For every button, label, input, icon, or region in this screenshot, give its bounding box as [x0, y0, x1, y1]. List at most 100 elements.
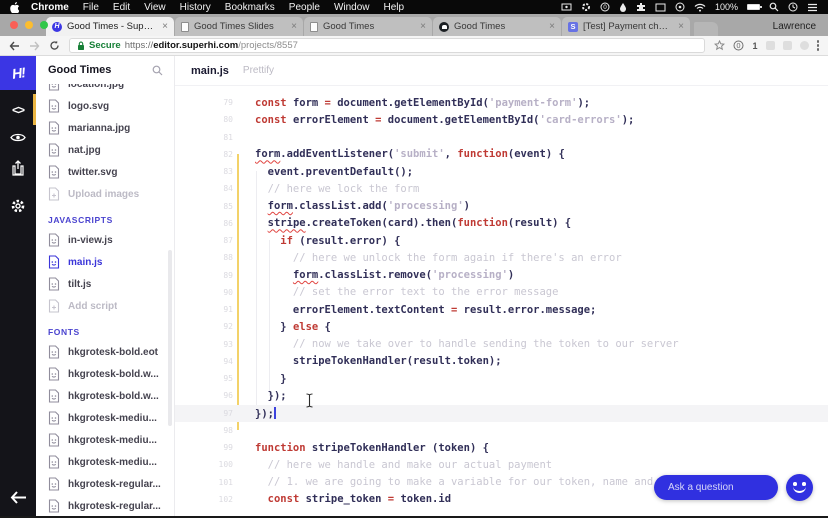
zoom-window-button[interactable] — [40, 21, 48, 29]
sidebar-file[interactable]: location.jpg — [48, 84, 174, 95]
browser-tab[interactable]: Good Times× — [304, 17, 432, 36]
settings-gear-button[interactable] — [0, 194, 36, 218]
code-line[interactable]: 79const form = document.getElementById('… — [175, 94, 828, 111]
extension-icon-disabled[interactable] — [800, 41, 809, 50]
code-line[interactable]: 98 — [175, 422, 828, 439]
sidebar-file[interactable]: hkgrotesk-bold.w... — [48, 363, 174, 385]
code-line[interactable]: 87 if (result.error) { — [175, 232, 828, 249]
extension-icon-disabled[interactable] — [766, 41, 775, 50]
search-icon[interactable] — [152, 65, 163, 76]
code-line[interactable]: 88 // here we unlock the form again if t… — [175, 249, 828, 266]
zero-badge-icon[interactable]: 0 — [600, 2, 610, 12]
minimize-window-button[interactable] — [25, 21, 33, 29]
code-area[interactable]: 79const form = document.getElementById('… — [175, 86, 828, 516]
sidebar-file[interactable]: hkgrotesk-mediu... — [48, 429, 174, 451]
ask-question-button[interactable]: Ask a question — [654, 475, 778, 500]
sidebar-file[interactable]: hkgrotesk-regular... — [48, 495, 174, 517]
sidebar-file[interactable]: nat.jpg — [48, 139, 174, 161]
help-smiley-button[interactable] — [786, 474, 813, 501]
code-line[interactable]: 90 // set the error text to the error me… — [175, 284, 828, 301]
back-arrow-button[interactable] — [0, 484, 36, 510]
code-line[interactable]: 92 } else { — [175, 318, 828, 335]
extension-icon[interactable] — [636, 2, 646, 12]
superhi-logo[interactable]: H! — [0, 56, 36, 90]
apple-menu-icon[interactable] — [10, 2, 19, 13]
menu-item[interactable]: Window — [334, 2, 370, 13]
chrome-menu-icon[interactable] — [817, 40, 820, 51]
info-circle-icon[interactable]: 0 — [733, 40, 744, 51]
tab-close-icon[interactable]: × — [162, 22, 168, 32]
sidebar-file[interactable]: main.js — [48, 251, 174, 273]
settings-flower-icon[interactable] — [581, 2, 591, 12]
tab-close-icon[interactable]: × — [291, 22, 297, 32]
spotlight-search-icon[interactable] — [769, 2, 779, 12]
sidebar-file[interactable]: in-view.js — [48, 229, 174, 251]
code-line[interactable]: 93 // now we take over to handle sending… — [175, 336, 828, 353]
wifi-icon[interactable] — [694, 3, 706, 12]
sidebar-file[interactable]: hkgrotesk-regular... — [48, 473, 174, 495]
menu-item[interactable]: View — [144, 2, 166, 13]
browser-tab[interactable]: Good Times× — [433, 17, 561, 36]
tab-close-icon[interactable]: × — [678, 22, 684, 32]
menu-item[interactable]: People — [289, 2, 320, 13]
active-app-name[interactable]: Chrome — [31, 2, 69, 13]
window-icon[interactable] — [655, 3, 666, 12]
sidebar-action[interactable]: Add script — [48, 295, 174, 317]
tab-close-icon[interactable]: × — [420, 22, 426, 32]
forward-button[interactable] — [29, 41, 40, 51]
sidebar-file[interactable]: twitter.svg — [48, 161, 174, 183]
code-line[interactable]: 85 form.classList.add('processing') — [175, 198, 828, 215]
menu-item[interactable]: File — [83, 2, 99, 13]
sidebar-file[interactable]: hkgrotesk-bold.eot — [48, 341, 174, 363]
siri-clock-icon[interactable] — [788, 2, 798, 12]
code-line[interactable]: 83 event.preventDefault(); — [175, 163, 828, 180]
code-line[interactable]: 100 // here we handle and make our actua… — [175, 456, 828, 473]
sidebar-action[interactable]: Upload images — [48, 183, 174, 205]
code-line[interactable]: 82form.addEventListener('submit', functi… — [175, 146, 828, 163]
browser-tab[interactable]: Good Times Slides× — [175, 17, 303, 36]
sidebar-scrollbar[interactable] — [168, 250, 172, 426]
code-line[interactable]: 81 — [175, 129, 828, 146]
bookmark-star-icon[interactable] — [714, 40, 725, 51]
code-line[interactable]: 80const errorElement = document.getEleme… — [175, 111, 828, 128]
open-file-tab[interactable]: main.js — [191, 65, 229, 77]
sidebar-file[interactable]: logo.svg — [48, 95, 174, 117]
close-window-button[interactable] — [10, 21, 18, 29]
browser-tab[interactable]: S[Test] Payment ch_1BPyR6IW× — [562, 17, 690, 36]
code-line[interactable]: 96 }); — [175, 387, 828, 404]
prettify-button[interactable]: Prettify — [243, 65, 274, 76]
code-line[interactable]: 89 form.classList.remove('processing') — [175, 267, 828, 284]
extension-icon-disabled[interactable] — [783, 41, 792, 50]
sidebar-file[interactable]: hkgrotesk-mediu... — [48, 407, 174, 429]
code-view-button[interactable]: <> — [0, 98, 36, 122]
menu-item[interactable]: History — [180, 2, 211, 13]
menu-item[interactable]: Help — [384, 2, 405, 13]
droplet-icon[interactable] — [619, 2, 627, 12]
code-line[interactable]: 86 stripe.createToken(card).then(functio… — [175, 215, 828, 232]
profile-name[interactable]: Lawrence — [773, 21, 816, 32]
tab-close-icon[interactable]: × — [549, 22, 555, 32]
menu-item[interactable]: Bookmarks — [225, 2, 275, 13]
reload-button[interactable] — [49, 40, 60, 51]
notification-center-icon[interactable] — [807, 3, 818, 12]
code-line[interactable]: 97}); — [175, 405, 828, 422]
extension-count-badge[interactable]: 1 — [752, 41, 757, 51]
menu-item[interactable]: Edit — [113, 2, 130, 13]
browser-tab[interactable]: HGood Times - SuperHi× — [46, 17, 174, 36]
code-line[interactable]: 94 stripeTokenHandler(result.token); — [175, 353, 828, 370]
share-upload-button[interactable] — [0, 156, 36, 180]
back-button[interactable] — [9, 41, 20, 51]
preview-eye-button[interactable] — [0, 126, 36, 148]
address-bar[interactable]: Secure https://editor.superhi.com/projec… — [69, 38, 705, 53]
code-line[interactable]: 91 errorElement.textContent = result.err… — [175, 301, 828, 318]
sidebar-file[interactable]: marianna.jpg — [48, 117, 174, 139]
code-line[interactable]: 99function stripeTokenHandler (token) { — [175, 439, 828, 456]
code-line[interactable]: 84 // here we lock the form — [175, 180, 828, 197]
sidebar-file[interactable]: tilt.js — [48, 273, 174, 295]
code-line[interactable]: 95 } — [175, 370, 828, 387]
sidebar-file[interactable]: hkgrotesk-mediu... — [48, 451, 174, 473]
compass-icon[interactable] — [675, 2, 685, 12]
sidebar-file[interactable]: hkgrotesk-bold.w... — [48, 385, 174, 407]
display-icon[interactable] — [561, 3, 572, 12]
new-tab-button[interactable] — [694, 22, 718, 36]
